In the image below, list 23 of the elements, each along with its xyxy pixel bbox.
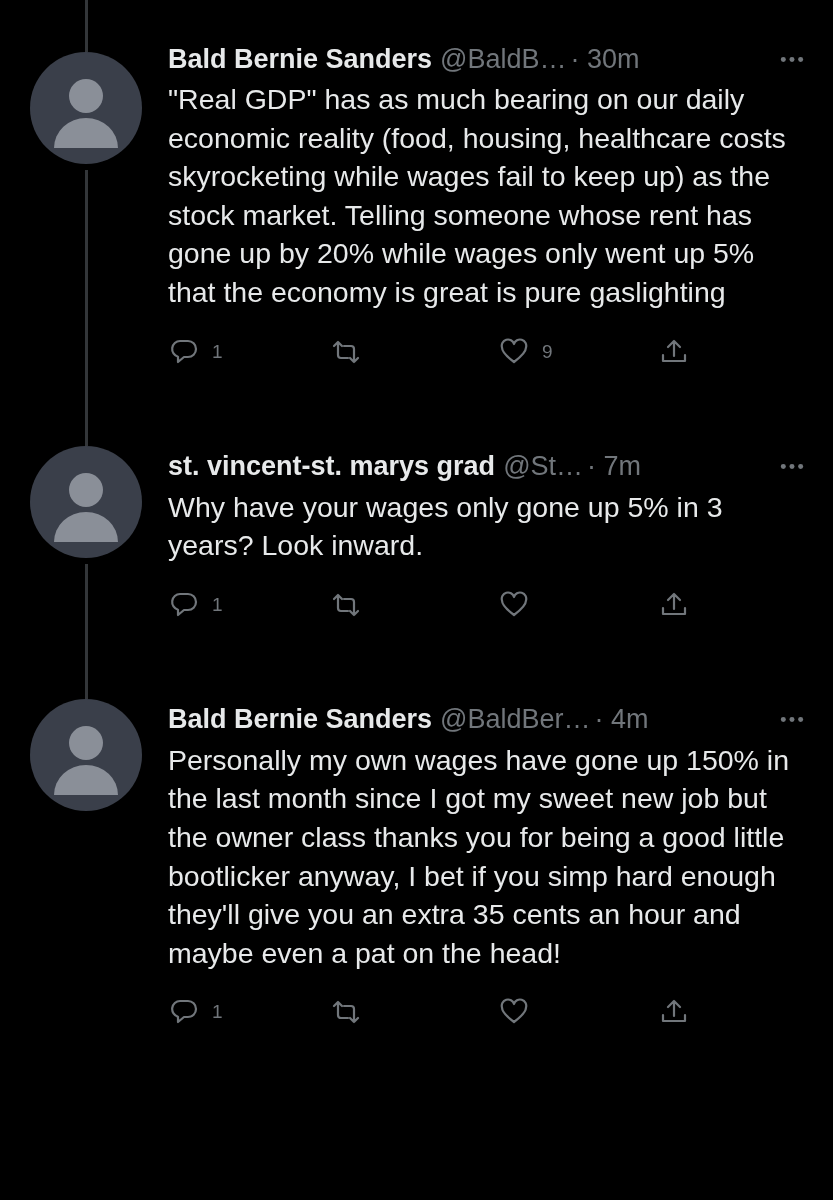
timestamp: · 4m <box>594 704 649 736</box>
avatar[interactable] <box>30 445 142 558</box>
tweet-text: Why have your wages only gone up 5% in 3 years? Look inward. <box>168 489 724 564</box>
reply-icon[interactable] <box>170 337 198 366</box>
user-handle[interactable]: @St… <box>503 451 584 483</box>
user-handle[interactable]: @BaldB… <box>440 43 567 75</box>
heart-icon[interactable] <box>500 337 528 366</box>
avatar[interactable] <box>30 52 142 164</box>
timestamp: · 7m <box>587 451 642 483</box>
like-count: 9 <box>542 340 553 363</box>
user-name[interactable]: st. vincent-st. marys grad <box>168 451 496 483</box>
avatar[interactable] <box>30 698 142 811</box>
reply-icon[interactable] <box>170 590 198 619</box>
reply-count: 1 <box>212 593 223 616</box>
user-handle[interactable]: @BaldBer… <box>440 704 591 736</box>
reply-count: 1 <box>212 340 223 363</box>
tweet-text: "Real GDP" has as much bearing on our daily economic reality (food, housing, healthcare costs skyrocketing while wages fail to keep up) as the stock market. Telling someone whose rent has gone up by 20% while wages only went up 5% that the economy is great is pure gaslighting <box>168 82 787 310</box>
user-name[interactable]: Bald Bernie Sanders <box>168 704 433 736</box>
heart-icon[interactable] <box>500 590 528 619</box>
timestamp: · 30m <box>570 43 640 75</box>
tweet-text: Personally my own wages have gone up 150% in the last month since I got my sweet new job but the owner class thanks you for being a good little bootlicker anyway, I bet if you simp hard enough they'll give you an extra 35 cents an hour and maybe even a pat on the head! <box>168 742 791 971</box>
user-name[interactable]: Bald Bernie Sanders <box>168 43 433 75</box>
reply-count: 1 <box>212 1001 223 1024</box>
